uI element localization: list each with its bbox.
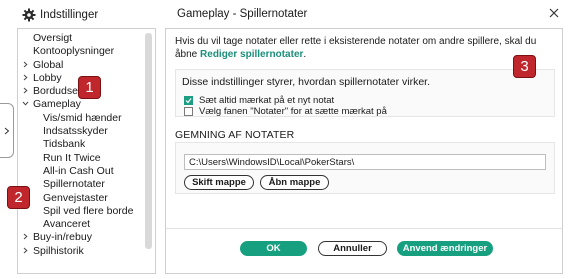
sidebar-item-label: Buy-in/rebuy [33, 231, 92, 244]
nav-scrollbar[interactable] [145, 33, 152, 249]
callout-badge-1: 1 [78, 76, 101, 99]
sidebar-item-label: Tidsbank [43, 138, 86, 151]
settings-header: Indstillinger [22, 6, 98, 24]
always-tag-checkbox[interactable] [184, 96, 193, 105]
sidebar-item-label: Gameplay [33, 98, 81, 111]
sidebar-item[interactable]: Buy-in/rebuy [18, 231, 144, 244]
callout-badge-2: 2 [7, 186, 30, 209]
settings-heading: Disse indstillinger styrer, hvordan spil… [182, 76, 431, 88]
chevron-right-icon[interactable] [22, 59, 29, 72]
chevron-down-icon[interactable] [22, 98, 29, 111]
notes-tab-checkbox[interactable] [184, 107, 193, 116]
settings-title: Indstillinger [40, 9, 99, 21]
settings-window: Indstillinger Gameplay - Spillernotater … [0, 0, 575, 279]
save-notes-heading: GEMNING AF NOTATER [175, 129, 295, 141]
notes-path-input[interactable] [184, 154, 546, 170]
sidebar-item[interactable]: Spil ved flere borde [18, 205, 144, 218]
sidebar-item[interactable]: Oversigt [18, 32, 144, 45]
sidebar-item[interactable]: Run It Twice [18, 152, 144, 165]
sidebar-item[interactable]: Spilhistorik [18, 245, 144, 258]
notes-settings-box: Disse indstillinger styrer, hvordan spil… [175, 69, 555, 117]
sidebar-item[interactable]: Gameplay [18, 98, 144, 111]
sidebar-item[interactable]: Genvejstaster [18, 192, 144, 205]
intro-text-end: . [303, 49, 307, 60]
always-tag-checkbox-row[interactable]: Sæt altid mærkat på et nyt notat [184, 95, 334, 106]
close-icon [549, 8, 559, 18]
sidebar-item-label: Kontooplysninger [33, 45, 115, 58]
sidebar-item-label: Global [33, 58, 64, 71]
sidebar-item[interactable]: Tidsbank [18, 138, 144, 151]
close-button[interactable] [545, 4, 563, 22]
player-notes-panel: Hvis du vil tage notater eller rette i e… [165, 28, 563, 274]
notes-tab-label: Vælg fanen "Notater" for at sætte mærkat… [199, 106, 387, 117]
sidebar-item-label: Spillernotater [43, 178, 105, 191]
sidebar-item-label: All-in Cash Out [43, 164, 114, 177]
nav-list: Oversigt Kontooplysninger Global Lobby Bordu… [18, 32, 144, 258]
intro-text: Hvis du vil tage notater eller rette i e… [175, 35, 555, 61]
ok-button[interactable]: OK [240, 241, 307, 256]
sidebar-item-label: Vis/smid hænder [43, 111, 122, 124]
sidebar-item-label: Spil ved flere borde [43, 204, 134, 217]
notes-tab-checkbox-row[interactable]: Vælg fanen "Notater" for at sætte mærkat… [184, 106, 387, 117]
sidebar-item[interactable]: Indsatsskyder [18, 125, 144, 138]
sidebar-item-label: Run It Twice [43, 151, 101, 164]
apply-changes-button[interactable]: Anvend ændringer [397, 241, 493, 256]
sidebar-item-label: Indsatsskyder [43, 125, 108, 138]
chevron-right-icon[interactable] [22, 245, 29, 258]
sidebar-item[interactable]: Vis/smid hænder [18, 112, 144, 125]
settings-nav: Oversigt Kontooplysninger Global Lobby Bordu… [17, 28, 156, 274]
gear-icon [22, 8, 36, 22]
chevron-right-icon[interactable] [22, 72, 29, 85]
sidebar-item-label: Lobby [33, 71, 62, 84]
chevron-right-icon[interactable] [22, 231, 29, 244]
notes-location-box: Skift mappe Åbn mappe [175, 142, 555, 194]
footer-divider [166, 228, 562, 229]
page-title: Gameplay - Spillernotater [177, 8, 308, 20]
sidebar-item[interactable]: Kontooplysninger [18, 45, 144, 58]
chevron-right-icon [4, 127, 9, 134]
sidebar-item-label: Avanceret [43, 218, 91, 231]
always-tag-label: Sæt altid mærkat på et nyt notat [199, 95, 335, 106]
sidebar-item-label: Spilhistorik [33, 244, 84, 257]
sidebar-item[interactable]: Avanceret [18, 218, 144, 231]
collapse-panel-tab[interactable] [0, 103, 14, 158]
sidebar-item[interactable]: Spillernotater [18, 178, 144, 191]
sidebar-item[interactable]: Global [18, 59, 144, 72]
open-folder-button[interactable]: Åbn mappe [260, 175, 329, 190]
sidebar-item-label: Oversigt [33, 32, 73, 44]
change-folder-button[interactable]: Skift mappe [184, 175, 254, 190]
chevron-right-icon[interactable] [22, 85, 29, 98]
sidebar-item-label: Genvejstaster [43, 191, 108, 204]
sidebar-item[interactable]: All-in Cash Out [18, 165, 144, 178]
cancel-button[interactable]: Annuller [318, 241, 387, 256]
edit-notes-link[interactable]: Rediger spillernotater [200, 49, 303, 60]
callout-badge-3: 3 [513, 55, 536, 78]
checkmark-icon [185, 98, 192, 104]
